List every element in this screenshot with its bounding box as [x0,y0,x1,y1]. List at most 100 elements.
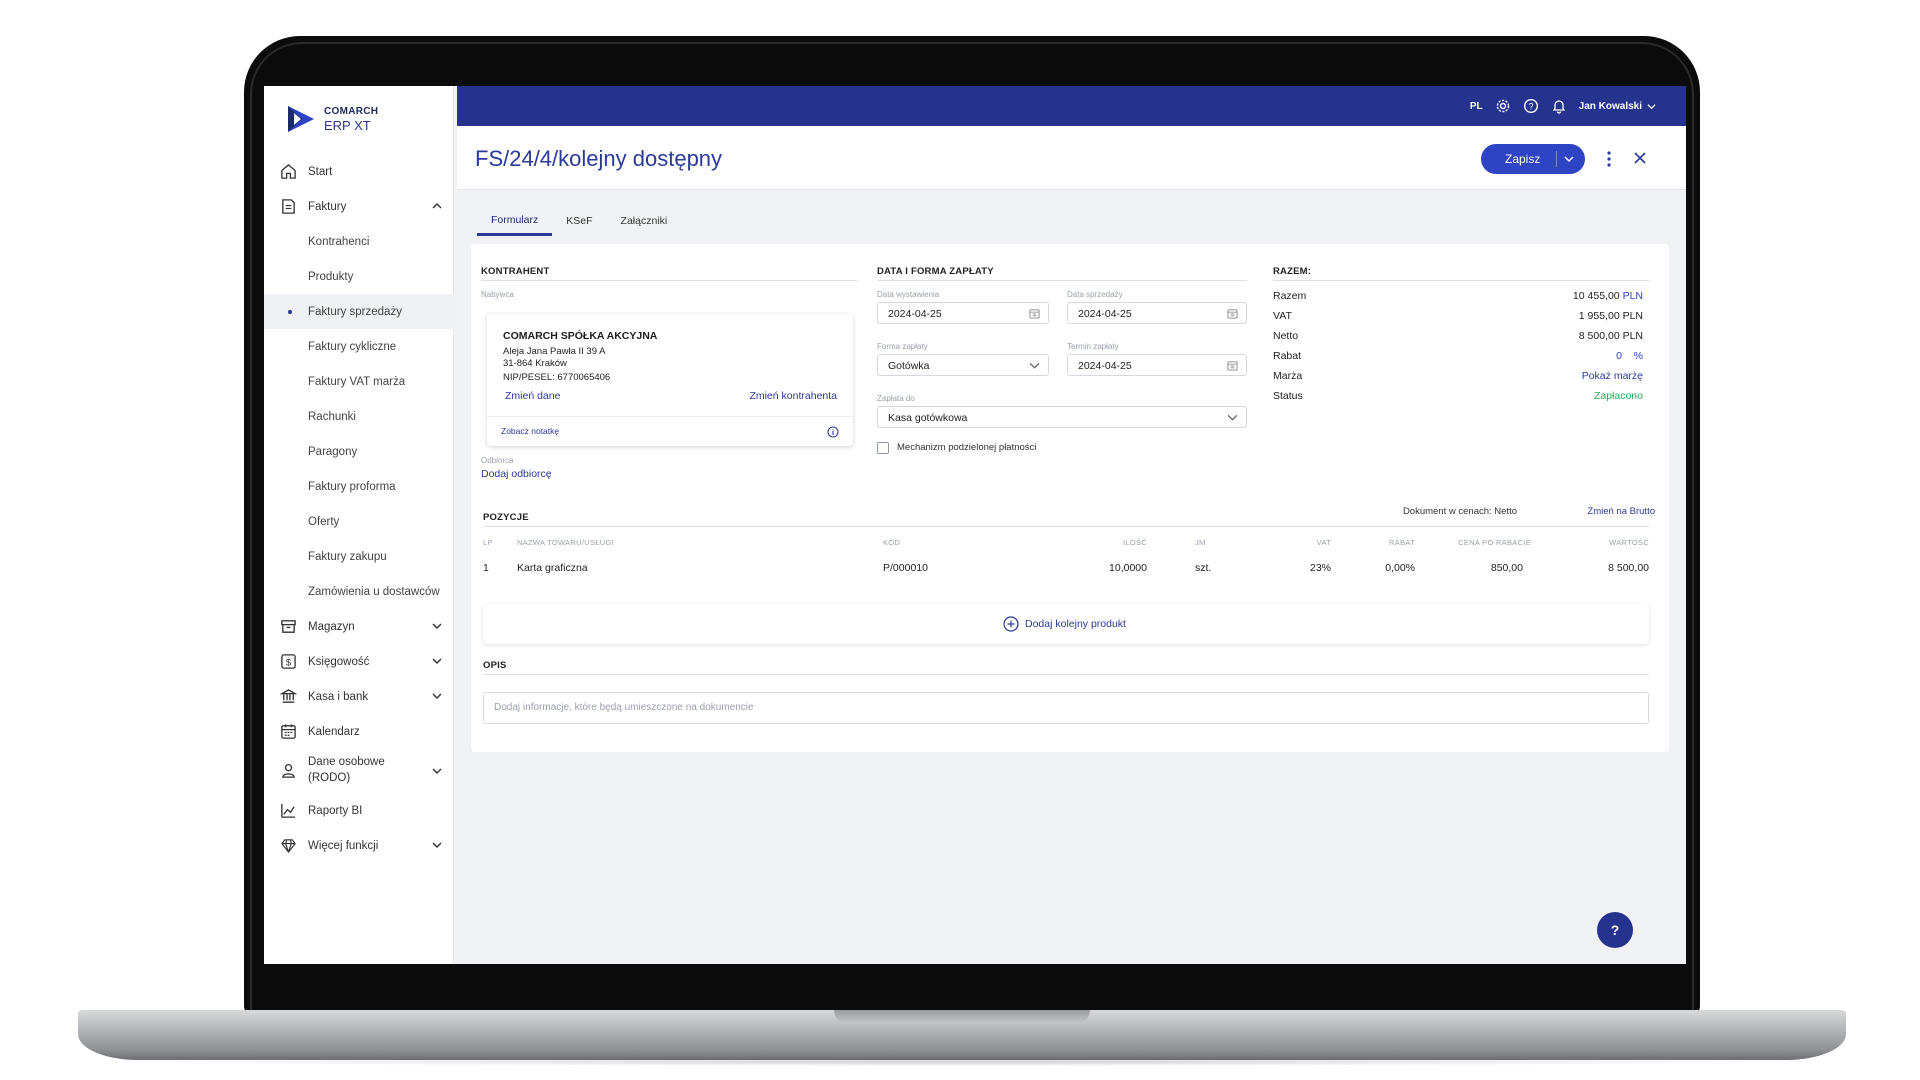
tab-zalaczniki[interactable]: Załączniki [607,206,682,236]
recipient-label: Odbiorca [481,456,514,465]
settings-icon[interactable] [1495,98,1511,114]
totals-label: Netto [1273,330,1299,342]
more-options-icon[interactable] [1601,148,1617,170]
save-button[interactable]: Zapisz [1481,144,1585,174]
chevron-down-icon[interactable] [1564,154,1574,164]
issue-date-field[interactable]: 2024-04-25 [877,302,1049,324]
chevron-down-icon [1647,103,1656,109]
sidebar-item-label: Faktury zakupu [308,550,387,563]
bell-icon[interactable] [1551,98,1567,114]
change-data-link[interactable]: Zmień dane [505,390,560,402]
sidebar-item-faktury-cykliczne[interactable]: Faktury cykliczne [264,329,454,364]
section-heading-description: OPIS [483,660,507,671]
tab-ksef[interactable]: KSeF [552,206,606,236]
language-switch[interactable]: PL [1470,101,1483,112]
laptop-notch [834,1010,1090,1024]
comarch-logo-icon [288,106,314,132]
sidebar-item-label: Kontrahenci [308,235,370,248]
sidebar-item-faktury-sprzedazy[interactable]: Faktury sprzedaży [264,294,454,329]
buyer-label: Nabywca [481,290,514,299]
sidebar-item-kalendarz[interactable]: Kalendarz [264,714,454,749]
home-icon [281,164,296,179]
sidebar-item-faktury-proforma[interactable]: Faktury proforma [264,469,454,504]
add-product-label: Dodaj kolejny produkt [1025,618,1126,630]
chevron-down-icon[interactable] [432,691,442,701]
change-contractor-link[interactable]: Zmień kontrahenta [749,390,837,402]
due-date-label: Termin zapłaty [1067,342,1119,351]
sidebar-item-rodo[interactable]: Dane osobowe (RODO) [264,749,454,793]
app-logo[interactable]: COMARCH ERP XT [286,104,378,134]
document-header: FS/24/4/kolejny dostępny Zapisz [457,126,1686,190]
sidebar-item-faktury[interactable]: Faktury [264,189,454,224]
row-quantity: 10,0000 [1109,562,1147,574]
change-price-mode-link[interactable]: Zmień na Brutto [1521,506,1655,517]
chevron-down-icon[interactable] [432,656,442,666]
see-note-link[interactable]: Zobacz notatkę [501,426,559,436]
help-icon[interactable]: ? [1523,98,1539,114]
discount-value[interactable]: 0 [1616,350,1622,362]
chevron-down-icon[interactable] [432,766,442,776]
svg-text:$: $ [286,657,292,668]
chevron-down-icon[interactable] [1227,412,1238,423]
pay-to-select[interactable]: Kasa gotówkowa [877,406,1247,428]
sidebar-item-kontrahenci[interactable]: Kontrahenci [264,224,454,259]
currency-link[interactable]: PLN [1623,290,1643,302]
calendar-icon[interactable] [1227,308,1238,319]
sidebar-item-raporty-bi[interactable]: Raporty BI [264,793,454,828]
sidebar-item-wiecej-funkcji[interactable]: Więcej funkcji [264,828,454,863]
calendar-icon[interactable] [1227,360,1238,371]
chevron-down-icon[interactable] [1029,360,1040,371]
totals-value: 1 955,00 PLN [1578,310,1643,322]
sale-date-field[interactable]: 2024-04-25 [1067,302,1247,324]
info-icon[interactable] [827,426,839,438]
sidebar-item-label: Raporty BI [308,804,363,817]
row-unit: szt. [1195,562,1212,574]
add-product-button[interactable]: Dodaj kolejny produkt [483,604,1649,644]
sidebar-item-paragony[interactable]: Paragony [264,434,454,469]
payment-method-select[interactable]: Gotówka [877,354,1049,376]
sidebar-item-oferty[interactable]: Oferty [264,504,454,539]
description-input[interactable]: Dodaj informacje, które będą umieszczone… [483,692,1649,724]
split-payment-checkbox[interactable] [877,442,889,454]
sidebar-item-zamowienia[interactable]: Zamówienia u dostawców [264,574,454,609]
chevron-down-icon[interactable] [432,621,442,631]
column-header: VAT [1316,538,1331,547]
sidebar-item-faktury-vat-marza[interactable]: Faktury VAT marża [264,364,454,399]
sidebar-item-kasa-i-bank[interactable]: Kasa i bank [264,679,454,714]
sidebar-item-ksiegowosc[interactable]: $ Księgowość [264,644,454,679]
row-vat: 23% [1309,562,1331,574]
sidebar-item-faktury-zakupu[interactable]: Faktury zakupu [264,539,454,574]
tab-formularz[interactable]: Formularz [477,206,553,236]
diamond-icon [281,839,296,854]
column-header: LP [483,538,493,547]
sidebar-item-label: Magazyn [308,620,355,633]
sidebar-item-magazyn[interactable]: Magazyn [264,609,454,644]
sidebar-item-start[interactable]: Start [264,154,454,189]
logo-product: ERP XT [324,117,371,133]
sidebar-nav: Start Faktury Kontrahenci Produkty Faktu… [264,154,454,863]
show-margin-link[interactable]: Pokaż marżę [1582,370,1643,382]
sale-date-label: Data sprzedaży [1067,290,1123,299]
sidebar-item-rachunki[interactable]: Rachunki [264,399,454,434]
split-payment-label: Mechanizm podzielonej płatności [897,442,1037,453]
buyer-name: COMARCH SPÓŁKA AKCYJNA [503,330,658,342]
issue-date-value: 2024-04-25 [888,308,942,320]
totals-label: Razem [1273,290,1307,302]
pay-to-value: Kasa gotówkowa [888,412,968,424]
row-price: 850,00 [1490,562,1523,574]
close-icon[interactable] [1633,151,1647,165]
calendar-icon[interactable] [1029,308,1040,319]
due-date-field[interactable]: 2024-04-25 [1067,354,1247,376]
add-recipient-link[interactable]: Dodaj odbiorcę [481,468,552,480]
sidebar-item-label: Faktury VAT marża [308,375,406,388]
help-button[interactable]: ? [1597,912,1633,948]
chart-icon [281,803,296,818]
sidebar: COMARCH ERP XT Start Faktury Kontrahenci… [264,86,454,964]
sidebar-item-produkty[interactable]: Produkty [264,259,454,294]
sidebar-item-label: Księgowość [308,655,370,668]
chevron-down-icon[interactable] [432,840,442,850]
status-badge: Zapłacono [1593,390,1643,402]
totals-label: VAT [1273,310,1292,322]
chevron-up-icon[interactable] [432,201,442,211]
user-menu[interactable]: Jan Kowalski [1579,101,1656,112]
